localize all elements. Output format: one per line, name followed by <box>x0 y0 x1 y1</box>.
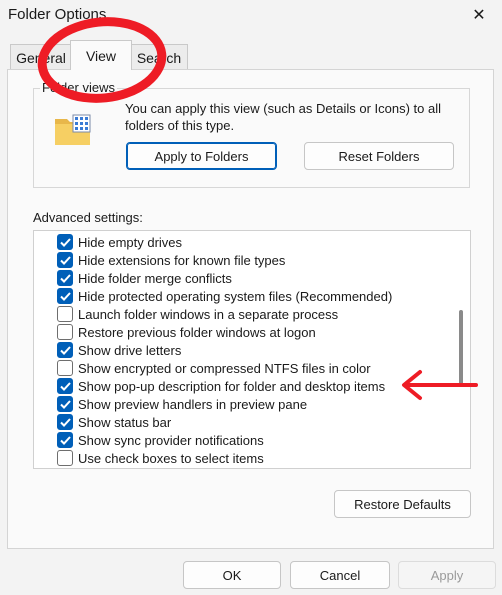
setting-label: Hide empty drives <box>78 234 183 250</box>
advanced-settings-label: Advanced settings: <box>33 210 143 225</box>
setting-row[interactable]: Hide empty drives <box>34 233 452 251</box>
setting-row[interactable]: Hide protected operating system files (R… <box>34 287 452 305</box>
setting-label: Hide extensions for known file types <box>78 252 286 268</box>
close-icon: ✕ <box>472 7 486 24</box>
setting-row[interactable]: Show sync provider notifications <box>34 431 452 449</box>
setting-checkbox[interactable] <box>57 342 73 358</box>
setting-label: Show sync provider notifications <box>78 432 264 448</box>
setting-checkbox[interactable] <box>57 378 73 394</box>
list-scrollbar[interactable] <box>452 231 470 468</box>
ok-button[interactable]: OK <box>183 561 281 589</box>
folder-views-legend: Folder views <box>40 80 117 95</box>
setting-checkbox[interactable] <box>57 234 73 250</box>
setting-checkbox[interactable] <box>57 450 73 466</box>
close-button[interactable]: ✕ <box>456 0 502 30</box>
setting-label: Hide folder merge conflicts <box>78 270 232 286</box>
advanced-settings-list[interactable]: Hide empty drives Hide extensions for kno… <box>33 230 471 469</box>
tab-view-label: View <box>85 47 117 64</box>
setting-row[interactable]: Show pop-up description for folder and d… <box>34 377 452 395</box>
setting-row[interactable]: Show status bar <box>34 413 452 431</box>
folder-views-group: Folder views You can apply this view (su… <box>33 80 470 188</box>
setting-checkbox[interactable] <box>57 360 73 376</box>
scrollbar-thumb[interactable] <box>459 310 463 386</box>
setting-row[interactable]: Show preview handlers in preview pane <box>34 395 452 413</box>
setting-row[interactable]: Launch folder windows in a separate proc… <box>34 305 452 323</box>
cancel-button[interactable]: Cancel <box>290 561 390 589</box>
setting-row[interactable]: Restore previous folder windows at logon <box>34 323 452 341</box>
setting-label: Restore previous folder windows at logon <box>78 324 316 340</box>
setting-label: Show pop-up description for folder and d… <box>78 378 386 394</box>
setting-row[interactable]: Show drive letters <box>34 341 452 359</box>
tab-search-label: Search <box>136 49 182 66</box>
window-title: Folder Options <box>8 6 107 23</box>
tab-view[interactable]: View <box>70 40 132 70</box>
setting-label: Launch folder windows in a separate proc… <box>78 306 339 322</box>
setting-checkbox[interactable] <box>57 306 73 322</box>
restore-defaults-button[interactable]: Restore Defaults <box>334 490 471 518</box>
setting-checkbox[interactable] <box>57 432 73 448</box>
tab-general[interactable]: General <box>10 44 72 70</box>
tab-search[interactable]: Search <box>130 44 188 70</box>
setting-label: Use check boxes to select items <box>78 450 264 466</box>
setting-label: Show status bar <box>78 414 172 430</box>
view-tab-panel: Folder views You can apply this view (su… <box>7 69 494 549</box>
folder-views-description: You can apply this view (such as Details… <box>125 101 442 133</box>
setting-row[interactable]: Hide extensions for known file types <box>34 251 452 269</box>
setting-row[interactable]: Show encrypted or compressed NTFS files … <box>34 359 452 377</box>
tab-general-label: General <box>16 49 66 66</box>
folder-grid-icon <box>55 114 91 145</box>
reset-folders-button[interactable]: Reset Folders <box>304 142 454 170</box>
setting-row[interactable]: Hide folder merge conflicts <box>34 269 452 287</box>
setting-label: Show drive letters <box>78 342 182 358</box>
setting-label: Hide protected operating system files (R… <box>78 288 393 304</box>
apply-to-folders-button[interactable]: Apply to Folders <box>126 142 277 170</box>
setting-checkbox[interactable] <box>57 396 73 412</box>
setting-checkbox[interactable] <box>57 252 73 268</box>
setting-label: Show preview handlers in preview pane <box>78 396 308 412</box>
setting-checkbox[interactable] <box>57 324 73 340</box>
setting-label: Show encrypted or compressed NTFS files … <box>78 360 371 376</box>
setting-checkbox[interactable] <box>57 414 73 430</box>
setting-checkbox[interactable] <box>57 288 73 304</box>
setting-checkbox[interactable] <box>57 270 73 286</box>
setting-row[interactable]: Use check boxes to select items <box>34 449 452 467</box>
apply-button[interactable]: Apply <box>398 561 496 589</box>
title-bar: Folder Options ✕ <box>0 0 502 32</box>
